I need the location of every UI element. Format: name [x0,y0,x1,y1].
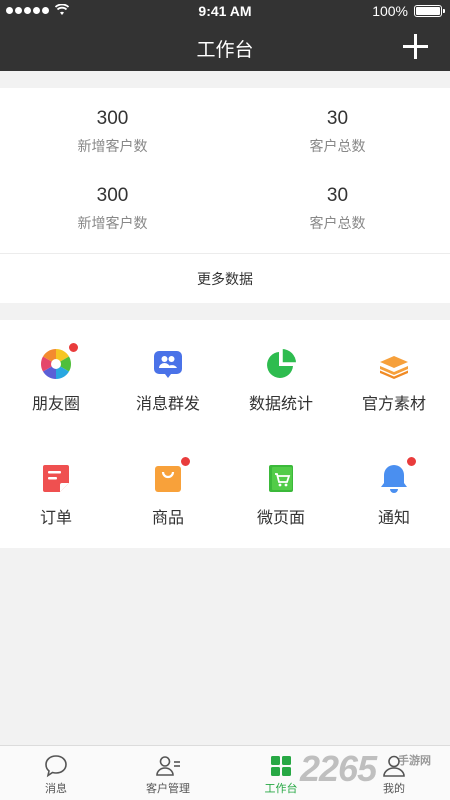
tool-label: 数据统计 [248,396,313,413]
stat-value: 300 [96,185,129,206]
notification-badge [406,456,417,467]
stat-label: 客户总数 [309,215,366,231]
grid-icon [268,753,294,779]
cart-page-icon [265,462,297,494]
stat-total-customers[interactable]: 30 客户总数 [225,185,450,233]
tool-label: 订单 [39,510,72,527]
chat-bubble-icon [43,753,69,779]
tab-customers[interactable]: 客户管理 [112,746,224,800]
status-bar: 9:41 AM 100% [0,0,450,22]
bottom-tab-bar: 消息 客户管理 工作台 我的 [0,745,450,800]
tool-moments[interactable]: 朋友圈 [0,342,112,414]
tool-label: 商品 [151,510,184,527]
bell-icon [378,456,417,494]
add-button[interactable] [403,34,428,59]
tool-label: 官方素材 [361,396,426,413]
order-icon [40,462,72,494]
group-chat-icon [152,348,184,380]
stat-new-customers[interactable]: 300 新增客户数 [0,185,225,233]
user-list-icon [155,753,181,779]
pie-chart-icon [265,348,297,380]
tool-notifications[interactable]: 通知 [338,456,450,528]
tool-label: 微页面 [256,510,305,527]
watermark-text: 手游网 [398,755,431,767]
tool-label: 通知 [377,510,410,527]
battery-percent: 100% [372,3,408,19]
bag-icon [152,456,191,494]
tab-label: 消息 [45,783,67,795]
battery-icon [414,5,445,17]
notification-badge [180,456,191,467]
notification-badge [68,342,79,353]
tool-mass-message[interactable]: 消息群发 [112,348,224,414]
tools-grid: 朋友圈 消息群发 数据统计 官方素材 订单 商品 微页面 通知 [0,320,450,548]
stat-total-customers[interactable]: 30 客户总数 [225,108,450,156]
stat-value: 300 [96,108,129,129]
stats-panel: 300 新增客户数 30 客户总数 300 新增客户数 30 客户总数 更多数据 [0,88,450,303]
stat-new-customers[interactable]: 300 新增客户数 [0,108,225,156]
stat-label: 新增客户数 [77,215,148,231]
page-title: 工作台 [196,40,254,61]
layers-icon [378,348,410,380]
nav-bar: 工作台 [0,22,450,71]
tool-products[interactable]: 商品 [112,456,224,528]
stat-label: 客户总数 [309,138,366,154]
tab-label: 客户管理 [146,783,190,795]
tool-statistics[interactable]: 数据统计 [225,348,337,414]
tool-official-materials[interactable]: 官方素材 [338,348,450,414]
stat-label: 新增客户数 [77,138,148,154]
tool-micro-page[interactable]: 微页面 [225,462,337,528]
more-data-button[interactable]: 更多数据 [0,253,450,303]
aperture-icon [40,342,79,380]
tool-orders[interactable]: 订单 [0,462,112,528]
tool-label: 消息群发 [135,396,200,413]
stat-value: 30 [326,185,349,206]
stat-value: 30 [326,108,349,129]
watermark-logo: 2265 [300,748,377,789]
tool-label: 朋友圈 [31,396,80,413]
tab-messages[interactable]: 消息 [0,746,112,800]
